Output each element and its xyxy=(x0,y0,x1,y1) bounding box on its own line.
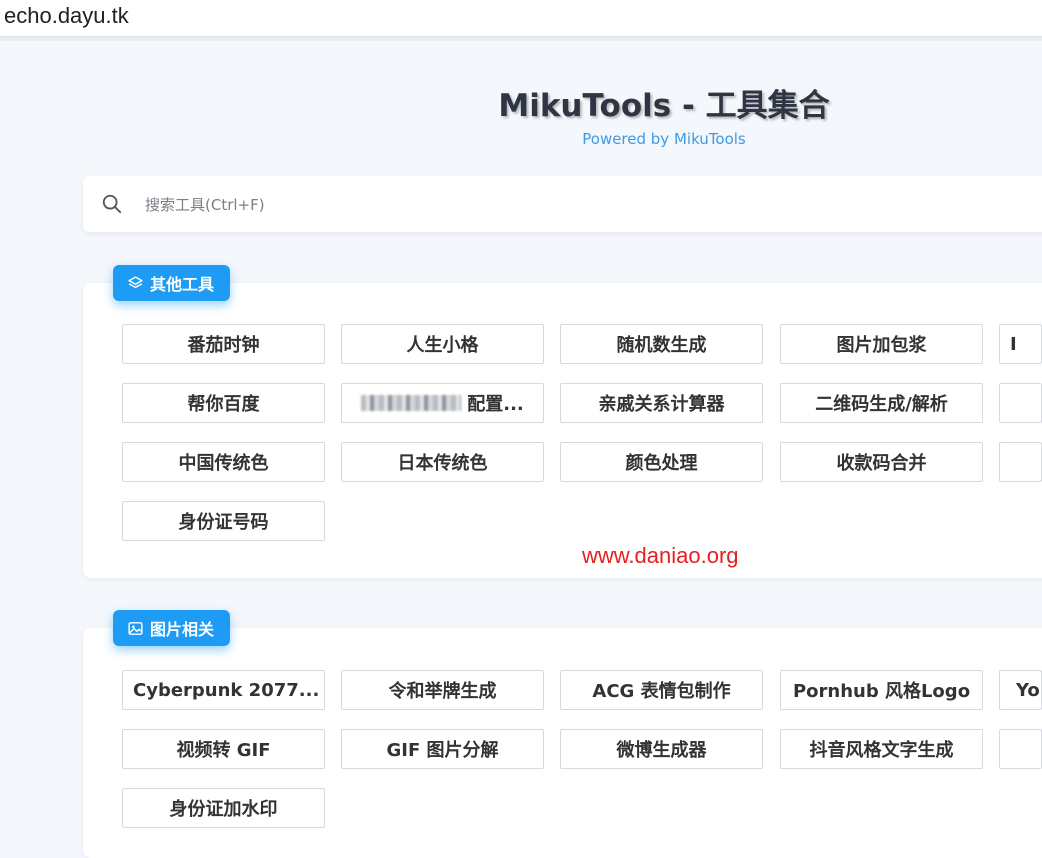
url-text: echo.dayu.tk xyxy=(4,3,129,28)
tool-button[interactable]: 人生小格 xyxy=(341,324,544,364)
address-bar[interactable]: echo.dayu.tk xyxy=(0,0,1042,37)
redacted-text xyxy=(361,395,462,411)
search-input[interactable] xyxy=(143,188,747,222)
section-title: 图片相关 xyxy=(150,620,215,639)
tool-button[interactable]: 颜色处理 xyxy=(560,442,763,482)
tool-button[interactable]: 抖音风格文字生成 xyxy=(780,729,983,769)
section-badge-image-tools: 图片相关 xyxy=(113,610,231,646)
tool-button[interactable]: 帮你百度 xyxy=(122,383,325,423)
tool-label: 配置... xyxy=(467,394,524,415)
tool-button[interactable] xyxy=(999,729,1042,769)
section-title: 其他工具 xyxy=(150,275,215,294)
tool-button[interactable]: 令和举牌生成 xyxy=(341,670,544,710)
section-badge-other-tools: 其他工具 xyxy=(113,265,231,301)
powered-by-link[interactable]: Powered by MikuTools xyxy=(0,130,1042,148)
tool-button[interactable]: 番茄时钟 xyxy=(122,324,325,364)
tool-button[interactable]: 图片加包浆 xyxy=(780,324,983,364)
watermark-text: www.daniao.org xyxy=(582,543,739,568)
search-box[interactable] xyxy=(83,176,1042,232)
tool-button[interactable]: 身份证加水印 xyxy=(122,788,325,828)
tool-button[interactable]: You xyxy=(999,670,1042,710)
tool-button[interactable]: I xyxy=(999,324,1042,364)
tool-button[interactable]: 视频转 GIF xyxy=(122,729,325,769)
layers-icon xyxy=(128,275,143,288)
tool-button[interactable]: 随机数生成 xyxy=(560,324,763,364)
image-icon xyxy=(128,621,143,635)
tool-button[interactable]: 身份证号码 xyxy=(122,501,325,541)
tool-button[interactable]: 日本传统色 xyxy=(341,442,544,482)
tool-button[interactable]: ACG 表情包制作 xyxy=(560,670,763,710)
page-title: MikuTools - 工具集合 xyxy=(498,88,830,124)
tool-button[interactable]: 二维码生成/解析 xyxy=(780,383,983,423)
tool-button[interactable] xyxy=(999,442,1042,482)
tool-button-redacted[interactable]: 配置... xyxy=(341,383,544,423)
tool-button[interactable] xyxy=(999,383,1042,423)
search-icon xyxy=(102,194,122,214)
toolbar-divider xyxy=(0,37,1042,41)
tool-button[interactable]: Pornhub 风格Logo xyxy=(780,670,983,710)
tool-button[interactable]: 亲戚关系计算器 xyxy=(560,383,763,423)
tool-button[interactable]: 收款码合并 xyxy=(780,442,983,482)
tool-button[interactable]: GIF 图片分解 xyxy=(341,729,544,769)
tool-button[interactable]: Cyberpunk 2077... xyxy=(122,670,325,710)
tool-button[interactable]: 中国传统色 xyxy=(122,442,325,482)
tool-button[interactable]: 微博生成器 xyxy=(560,729,763,769)
